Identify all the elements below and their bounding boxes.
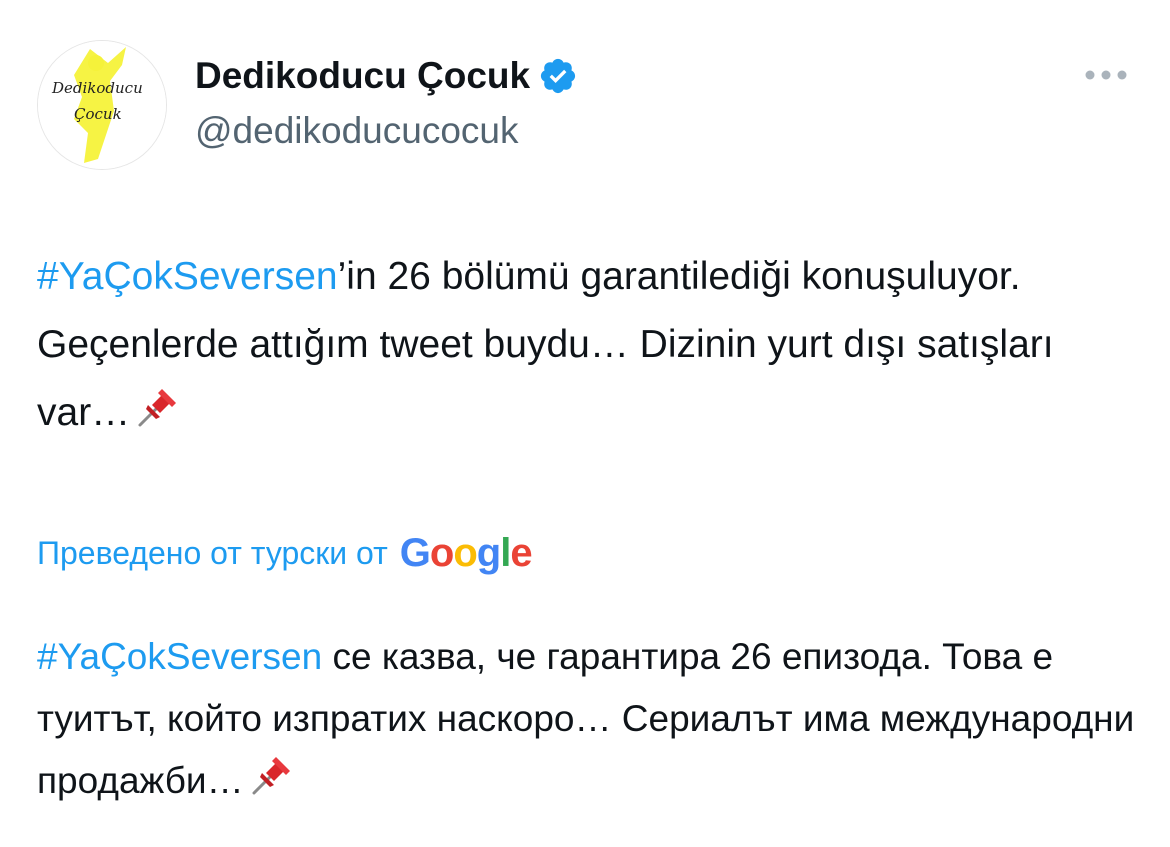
account-handle[interactable]: @dedikoducucocuk — [195, 108, 518, 154]
translation-attribution[interactable]: Преведено от турски от Google — [37, 530, 533, 576]
google-logo: Google — [399, 531, 533, 575]
pushpin-emoji-icon — [248, 751, 296, 818]
avatar[interactable]: Dedikoducu Çocuk — [37, 40, 167, 170]
more-options-button[interactable] — [1080, 55, 1132, 95]
svg-text:Çocuk: Çocuk — [74, 105, 122, 123]
display-name[interactable]: Dedikoducu Çocuk — [195, 53, 578, 99]
tweet-body: #YaÇokSeversen’in 26 bölümü garantilediğ… — [37, 243, 1137, 453]
display-name-text[interactable]: Dedikoducu Çocuk — [195, 53, 530, 99]
verified-badge-icon — [538, 56, 578, 96]
svg-text:Dedikoducu: Dedikoducu — [51, 79, 143, 97]
pushpin-emoji-icon — [134, 383, 182, 453]
translation-label[interactable]: Преведено от турски от — [37, 530, 388, 576]
avatar-logo: Dedikoducu Çocuk — [38, 41, 166, 169]
more-dots-icon — [1085, 70, 1127, 80]
translation-body: #YaÇokSeversen се казва, че гарантира 26… — [37, 626, 1147, 818]
hashtag-link[interactable]: #YaÇokSeversen — [37, 255, 338, 298]
translation-hashtag-link[interactable]: #YaÇokSeversen — [37, 636, 322, 677]
